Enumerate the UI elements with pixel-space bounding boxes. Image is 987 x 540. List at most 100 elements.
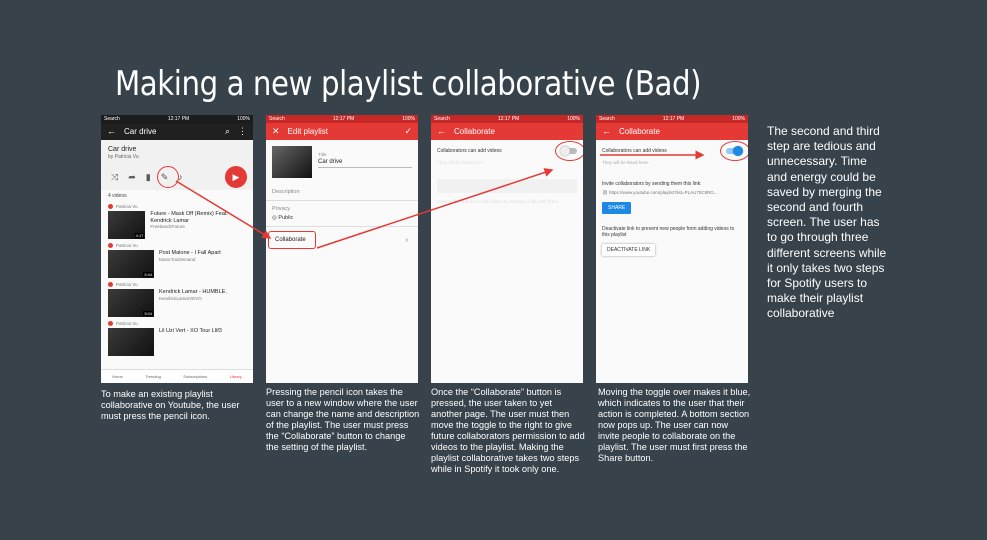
invite-text-disabled: Invite collaborators to add videos by se… (437, 199, 559, 204)
status-bar: Search 12:17 PM 100% (431, 115, 583, 123)
phone-screen-collaborate-on: Search 12:17 PM 100% ← Collaborate Colla… (596, 115, 748, 383)
caption-step-3: Once the “Collaborate” button is pressed… (431, 387, 585, 474)
toggle-label: Collaborators can add videos (602, 148, 667, 154)
collaborate-button[interactable]: Collaborate (268, 231, 316, 249)
bottom-nav: Home Trending Subscriptions Library (101, 369, 253, 383)
video-title: Kendrick Lamar - HUMBLE. (159, 289, 227, 295)
video-title: Post Malone - I Fall Apart (159, 250, 221, 256)
app-bar: ← Car drive ⌕ ⋮ (101, 123, 253, 140)
app-bar: ← Collaborate (431, 123, 583, 140)
share-icon[interactable]: ➦ (128, 172, 136, 182)
playlist-thumbnail (272, 146, 312, 178)
phone-screen-edit-playlist: Search 12:17 PM 100% ✕ Edit playlist ✓ T… (266, 115, 418, 383)
video-list-item[interactable]: Patricia Vu Lil Uzi Vert - XO Tour Llif3 (101, 319, 253, 358)
collaborate-label: Collaborate (275, 237, 306, 243)
app-bar-title: Car drive (124, 127, 157, 136)
share-button[interactable]: SHARE (602, 202, 632, 214)
video-title: Future - Mask Off (Remix) Feat. Kendrick… (150, 211, 228, 224)
phone-screen-playlist: Search 12:17 PM 100% ← Car drive ⌕ ⋮ Car… (101, 115, 253, 383)
privacy-section[interactable]: Privacy ◎ Public (266, 201, 418, 227)
pencil-highlight-circle (157, 166, 179, 188)
privacy-label: Privacy (272, 206, 291, 212)
status-carrier: Search (104, 116, 120, 122)
added-by-name: Patricia Vu (116, 204, 138, 209)
added-by-name: Patricia Vu (116, 321, 138, 326)
title-input[interactable]: Car drive (318, 159, 412, 168)
video-list-item[interactable]: Patricia Vu 3:44 Post Malone - I Fall Apar… (101, 241, 253, 280)
nav-trending[interactable]: Trending (145, 374, 161, 379)
invite-link-url: https://www.youtube.com/playlist?list=PL… (608, 190, 718, 195)
deactivate-text: Deactivate link to prevent new people fr… (602, 226, 735, 238)
playlist-owner: by Patricia Vu (108, 154, 139, 160)
shuffle-icon[interactable]: ⤨ (111, 172, 118, 182)
nav-home[interactable]: Home (112, 374, 123, 379)
app-bar: ✕ Edit playlist ✓ (266, 123, 418, 140)
status-battery: 100% (732, 116, 745, 122)
nav-library[interactable]: Library (230, 374, 242, 379)
collaborate-row[interactable]: Collaborate › (266, 227, 418, 253)
more-vert-icon[interactable]: ⋮ (238, 127, 247, 136)
video-list-item[interactable]: Patricia Vu 4:17 Future - Mask Off (Remix)… (101, 202, 253, 241)
link-icon: ⛓ (602, 190, 609, 195)
video-title: Lil Uzi Vert - XO Tour Llif3 (159, 328, 222, 334)
status-time: 12:17 PM (332, 116, 355, 122)
app-bar-title: Edit playlist (287, 127, 329, 136)
play-button[interactable]: ▶ (225, 166, 247, 188)
video-channel: KendrickLamarVEVO (159, 295, 202, 301)
video-count: 4 videos (108, 193, 127, 199)
status-bar: Search 12:17 PM 100% (101, 115, 253, 123)
added-by: Patricia Vu (108, 243, 246, 248)
video-list: Patricia Vu 4:17 Future - Mask Off (Remix)… (101, 202, 253, 358)
deactivate-link-button[interactable]: DEACTIVATE LINK (602, 244, 656, 256)
back-arrow-icon[interactable]: ← (107, 127, 116, 136)
video-thumbnail[interactable]: 4:17 (108, 211, 146, 239)
avatar (108, 204, 113, 209)
delete-icon[interactable]: ▮ (146, 172, 151, 182)
video-duration: 4:17 (134, 233, 145, 238)
back-arrow-icon[interactable]: ← (602, 127, 611, 136)
nav-subscriptions[interactable]: Subscriptions (183, 374, 207, 379)
app-bar: ← Collaborate (596, 123, 748, 140)
added-by: Patricia Vu (108, 204, 246, 209)
video-duration: 3:44 (143, 272, 153, 277)
listed-note: They will be listed here. (437, 160, 485, 165)
close-icon[interactable]: ✕ (272, 127, 280, 136)
avatar (108, 321, 113, 326)
back-arrow-icon[interactable]: ← (437, 127, 446, 136)
caption-step-1: To make an existing playlist collaborati… (101, 389, 240, 421)
status-battery: 100% (567, 116, 580, 122)
video-thumbnail[interactable] (108, 328, 154, 356)
caption-step-2: Pressing the pencil icon takes the user … (266, 387, 420, 452)
toggle-label: Collaborators can add videos (437, 148, 502, 154)
status-battery: 100% (237, 116, 250, 122)
video-channel: MusicYouDemand (159, 256, 196, 262)
search-icon[interactable]: ⌕ (225, 127, 230, 136)
invite-link[interactable]: ⛓ https://www.youtube.com/playlist?list=… (602, 190, 742, 196)
playlist-header: Car drive by Patricia Vu (101, 140, 253, 164)
divider (437, 179, 577, 193)
description-label: Description (272, 189, 300, 195)
video-list-item[interactable]: Patricia Vu 3:04 Kendrick Lamar - HUMBLE. K… (101, 280, 253, 319)
privacy-value: ◎ Public (272, 215, 412, 221)
privacy-value-text: Public (278, 215, 294, 221)
status-time: 12:17 PM (662, 116, 685, 122)
toggle-highlight-circle (720, 141, 748, 161)
status-carrier: Search (599, 116, 615, 122)
edit-title-section: Title Car drive (266, 140, 418, 184)
invite-text: Invite collaborators by sending them thi… (602, 181, 702, 187)
caption-step-4: Moving the toggle over makes it blue, wh… (598, 387, 751, 463)
playlist-actions: ⤨ ➦ ▮ ✎ ♪ ▶ (101, 164, 253, 190)
check-icon[interactable]: ✓ (404, 127, 412, 136)
side-note: The second and third step are tedious an… (767, 124, 887, 321)
listed-note: They will be listed here. (602, 160, 650, 165)
playlist-name: Car drive (108, 146, 137, 153)
description-section[interactable]: Description (266, 184, 418, 201)
added-by-name: Patricia Vu (116, 282, 138, 287)
status-battery: 100% (402, 116, 415, 122)
added-by-name: Patricia Vu (116, 243, 138, 248)
video-thumbnail[interactable]: 3:04 (108, 289, 154, 317)
slide-title: Making a new playlist collaborative (Bad… (115, 64, 702, 104)
status-time: 12:17 PM (497, 116, 520, 122)
status-bar: Search 12:17 PM 100% (596, 115, 748, 123)
video-thumbnail[interactable]: 3:44 (108, 250, 154, 278)
